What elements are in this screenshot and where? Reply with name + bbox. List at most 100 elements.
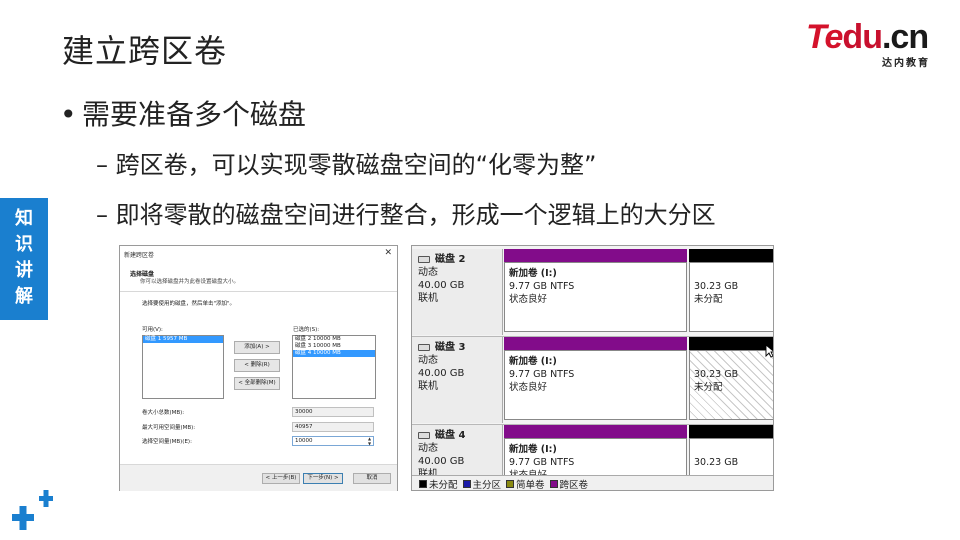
- disk-name: 磁盘 2: [418, 253, 502, 266]
- close-icon[interactable]: ✕: [384, 248, 392, 258]
- side-tab-char: 讲: [15, 260, 33, 281]
- list-item[interactable]: 磁盘 4 10000 MB: [293, 350, 375, 357]
- selected-label: 已选的(S):: [293, 327, 320, 333]
- legend-swatch: [462, 480, 471, 488]
- logo-wordmark: Tedu.cn: [806, 18, 929, 56]
- add-button[interactable]: 添加(A) >: [234, 341, 280, 354]
- volume-status: 状态良好: [509, 294, 548, 305]
- disk-row: 磁盘 2 动态 40.00 GB 联机 新加卷 (I:) 9.77 GB NTF…: [412, 249, 773, 335]
- disk-info[interactable]: 磁盘 3 动态 40.00 GB 联机: [412, 337, 503, 423]
- disk-name: 磁盘 4: [418, 429, 502, 442]
- volume-color-bar: [504, 425, 687, 438]
- select-space-input[interactable]: 10000: [292, 436, 374, 446]
- tedu-logo: Tedu.cn 达内教育: [806, 20, 936, 70]
- cancel-button[interactable]: 取消: [353, 473, 391, 484]
- volume-color-bar: [504, 249, 687, 262]
- divider: [120, 291, 397, 292]
- volume-status: 状态良好: [509, 382, 548, 393]
- disk-size: 40.00 GB: [418, 280, 465, 291]
- side-tab-knowledge: 知 识 讲 解: [0, 198, 48, 320]
- available-label: 可用(V):: [142, 327, 163, 333]
- list-item[interactable]: 磁盘 3 10000 MB: [293, 343, 375, 350]
- bullet-dot: •: [60, 98, 77, 131]
- volume-name: 新加卷 (I:): [509, 268, 557, 279]
- volume-body: 新加卷 (I:) 9.77 GB NTFS 状态良好: [504, 262, 687, 332]
- wizard-instruction: 选择要使用的磁盘，然后单击"添加"。: [142, 301, 236, 307]
- disk-type: 动态: [418, 267, 438, 278]
- volume-color-bar: [689, 249, 773, 262]
- unallocated-label: 未分配: [694, 382, 723, 393]
- bullet-main: • 需要准备多个磁盘: [60, 93, 306, 133]
- unallocated-space[interactable]: 30.23 GB 未分配: [689, 337, 773, 423]
- spinner-arrows-icon[interactable]: ▲ ▼: [366, 436, 373, 446]
- disk-size: 40.00 GB: [418, 368, 465, 379]
- wizard-header: 选择磁盘 你可以选择磁盘并为此卷设置磁盘大小。: [120, 263, 397, 289]
- volume-name: 新加卷 (I:): [509, 356, 557, 367]
- spanned-volume[interactable]: 新加卷 (I:) 9.77 GB NTFS 状态良好: [504, 337, 687, 423]
- disk-size: 40.00 GB: [418, 456, 465, 467]
- legend-swatch: [419, 480, 427, 488]
- disk-status: 联机: [418, 381, 438, 392]
- disk-type: 动态: [418, 355, 438, 366]
- wizard-title: 新建跨区卷: [124, 252, 155, 259]
- disk-management-panel: 磁盘 2 动态 40.00 GB 联机 新加卷 (I:) 9.77 GB NTF…: [411, 245, 774, 491]
- spanned-volume[interactable]: 新加卷 (I:) 9.77 GB NTFS 状态良好: [504, 249, 687, 335]
- disk-type: 动态: [418, 443, 438, 454]
- mouse-cursor-icon: [765, 344, 773, 358]
- remove-all-button[interactable]: < 全部删除(M): [234, 377, 280, 390]
- slide-title: 建立跨区卷: [62, 32, 228, 70]
- unallocated-size: 30.23 GB: [694, 457, 739, 468]
- disk-info[interactable]: 磁盘 2 动态 40.00 GB 联机: [412, 249, 503, 335]
- disk-row: 磁盘 3 动态 40.00 GB 联机 新加卷 (I:) 9.77 GB NTF…: [412, 337, 773, 423]
- new-spanned-volume-wizard: 新建跨区卷 ✕ 选择磁盘 你可以选择磁盘并为此卷设置磁盘大小。 选择要使用的磁盘…: [119, 245, 398, 491]
- available-disks-list[interactable]: 磁盘 1 5957 MB: [142, 335, 224, 399]
- legend-item: 主分区: [460, 477, 501, 490]
- disk-icon: [418, 344, 430, 351]
- bullet-main-text: 需要准备多个磁盘: [82, 98, 307, 131]
- total-size-label: 卷大小总数(MB):: [142, 410, 185, 416]
- wizard-footer: < 上一步(B) 下一步(N) > 取消: [120, 465, 397, 491]
- volume-body: 新加卷 (I:) 9.77 GB NTFS 状态良好: [504, 350, 687, 420]
- legend-swatch: [549, 480, 558, 488]
- volume-name: 新加卷 (I:): [509, 444, 557, 455]
- plus-logo-icon: [12, 490, 53, 530]
- legend-item: 跨区卷: [547, 477, 588, 490]
- unallocated-label: 未分配: [694, 294, 723, 305]
- side-tab-char: 解: [15, 286, 33, 307]
- back-button[interactable]: < 上一步(B): [262, 473, 300, 484]
- volume-size: 9.77 GB NTFS: [509, 457, 575, 468]
- volume-color-bar: [689, 337, 773, 350]
- volume-body: 30.23 GB 未分配: [689, 350, 773, 420]
- volume-size: 9.77 GB NTFS: [509, 281, 575, 292]
- volume-body: 30.23 GB 未分配: [689, 262, 773, 332]
- unallocated-space[interactable]: 30.23 GB 未分配: [689, 249, 773, 335]
- disk-icon: [418, 256, 430, 263]
- volume-color-bar: [504, 337, 687, 350]
- unallocated-size: 30.23 GB: [694, 369, 739, 380]
- legend: 未分配 主分区 简单卷 跨区卷: [412, 475, 773, 490]
- total-size-field: 30000: [292, 407, 374, 417]
- logo-subtitle: 达内教育: [882, 58, 930, 69]
- side-tab-char: 知: [15, 208, 33, 229]
- list-item[interactable]: 磁盘 2 10000 MB: [293, 336, 375, 343]
- select-space-label: 选择空间量(MB)(E):: [142, 439, 192, 445]
- max-space-field: 40957: [292, 422, 374, 432]
- unallocated-size: 30.23 GB: [694, 281, 739, 292]
- remove-button[interactable]: < 删除(R): [234, 359, 280, 372]
- disk-name: 磁盘 3: [418, 341, 502, 354]
- legend-item: 未分配: [416, 477, 458, 490]
- list-item[interactable]: 磁盘 1 5957 MB: [143, 336, 223, 343]
- sub-bullet-1: – 跨区卷，可以实现零散磁盘空间的“化零为整”: [96, 151, 597, 179]
- selected-disks-list[interactable]: 磁盘 2 10000 MB 磁盘 3 10000 MB 磁盘 4 10000 M…: [292, 335, 376, 399]
- disk-status: 联机: [418, 293, 438, 304]
- volume-size: 9.77 GB NTFS: [509, 369, 575, 380]
- sub-bullet-2: – 即将零散的磁盘空间进行整合，形成一个逻辑上的大分区: [96, 201, 716, 229]
- legend-item: 简单卷: [503, 477, 545, 490]
- next-button[interactable]: 下一步(N) >: [303, 473, 343, 484]
- volume-color-bar: [689, 425, 773, 438]
- max-space-label: 最大可用空间量(MB):: [142, 425, 196, 431]
- wizard-header-subtitle: 你可以选择磁盘并为此卷设置磁盘大小。: [140, 279, 240, 285]
- legend-swatch: [506, 480, 515, 488]
- side-tab-char: 识: [15, 234, 33, 255]
- disk-icon: [418, 432, 430, 439]
